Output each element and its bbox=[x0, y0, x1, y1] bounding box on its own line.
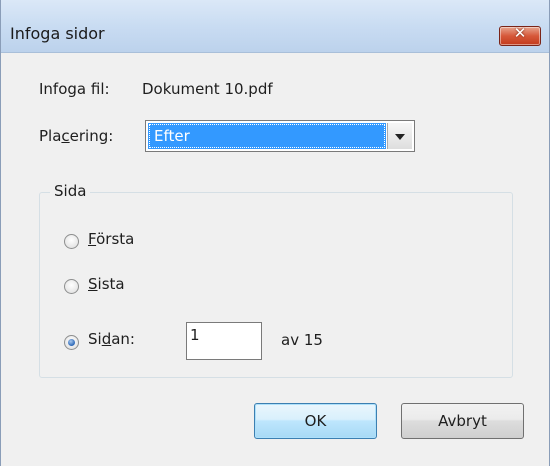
page-number-input[interactable]: 1 bbox=[186, 322, 262, 360]
page-group-title: Sida bbox=[50, 182, 91, 200]
radio-last[interactable] bbox=[64, 279, 79, 294]
radio-page-label: Sidan: bbox=[88, 330, 135, 348]
placement-label: Placering: bbox=[39, 127, 114, 145]
radio-first[interactable] bbox=[64, 234, 79, 249]
insert-file-label: Infoga fil: bbox=[39, 80, 110, 98]
chevron-down-icon[interactable] bbox=[387, 123, 412, 149]
close-button[interactable]: ✕ bbox=[499, 24, 541, 46]
radio-first-label: Första bbox=[88, 230, 135, 248]
placement-selected-value: Efter bbox=[148, 123, 386, 149]
dialog-title: Infoga sidor bbox=[10, 24, 105, 43]
close-icon: ✕ bbox=[513, 24, 527, 42]
title-bar[interactable]: Infoga sidor ✕ bbox=[1, 0, 549, 53]
ok-button[interactable]: OK bbox=[254, 403, 377, 439]
radio-last-label: Sista bbox=[88, 275, 125, 293]
placement-select[interactable]: Efter bbox=[145, 120, 415, 152]
page-count-text: av 15 bbox=[281, 331, 323, 349]
radio-page[interactable] bbox=[64, 335, 79, 350]
insert-pages-dialog: Infoga sidor ✕ Infoga fil: Dokument 10.p… bbox=[0, 0, 550, 466]
cancel-button[interactable]: Avbryt bbox=[401, 403, 524, 439]
insert-file-value: Dokument 10.pdf bbox=[142, 80, 273, 98]
